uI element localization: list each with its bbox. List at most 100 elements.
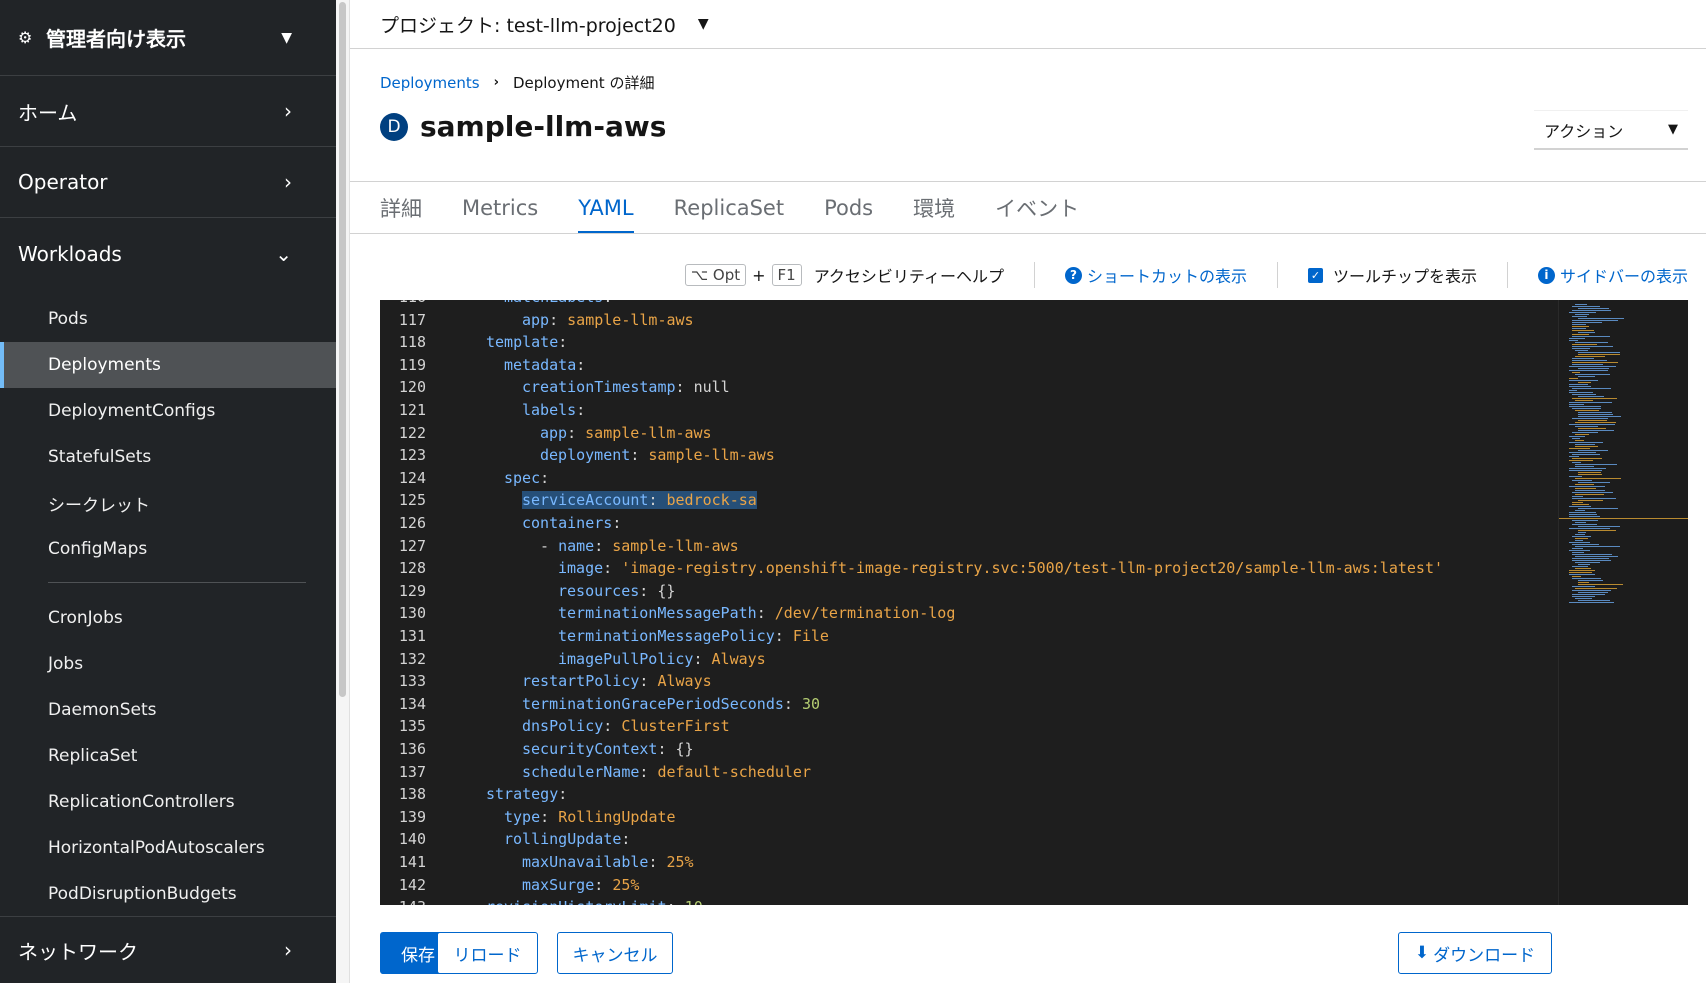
code-token: : (549, 310, 568, 329)
minimap-line (1575, 350, 1588, 351)
show-sidebar-link[interactable]: i サイドバーの表示 (1537, 263, 1688, 287)
code-token: terminationGracePeriodSeconds (522, 694, 784, 713)
scrollbar-thumb[interactable] (339, 2, 346, 697)
minimap-line (1572, 578, 1601, 579)
tab-details[interactable]: 詳細 (380, 182, 422, 234)
show-sidebar-label: サイドバーの表示 (1559, 267, 1688, 286)
minimap-line (1572, 462, 1581, 463)
sidebar-item-hpa[interactable]: HorizontalPodAutoscalers (0, 825, 336, 871)
code-line: app: sample-llm-aws (522, 309, 694, 332)
nav-section-workloads[interactable]: Workloads ⌄ (0, 218, 336, 289)
minimap-line (1569, 402, 1612, 403)
minimap-line (1575, 556, 1618, 557)
minimap-line (1569, 386, 1591, 387)
code-token: type (504, 807, 541, 826)
code-token: dnsPolicy (522, 717, 604, 736)
project-selector[interactable]: プロジェクト: test-llm-project20 ▼ (350, 0, 1706, 49)
tab-yaml[interactable]: YAML (578, 182, 635, 234)
sidebar-item-pods[interactable]: Pods (0, 296, 336, 342)
sidebar-item-deployments[interactable]: Deployments (0, 342, 336, 388)
minimap-line (1575, 446, 1598, 447)
minimap-line (1575, 342, 1608, 343)
minimap-line (1575, 314, 1589, 315)
minimap-line (1572, 480, 1592, 481)
sidebar-item-secrets[interactable]: シークレット (0, 480, 336, 526)
accessibility-help-text: アクセシビリティーヘルプ (813, 267, 1004, 286)
tab-events[interactable]: イベント (995, 182, 1079, 234)
code-token: /dev/termination-log (774, 604, 956, 623)
minimap-line (1569, 384, 1588, 385)
actions-dropdown[interactable]: アクション ▼ (1534, 110, 1688, 150)
question-circle-icon: ? (1064, 266, 1082, 284)
line-number: 126 (398, 514, 426, 532)
minimap-line (1569, 436, 1585, 437)
minimap-line (1569, 370, 1608, 371)
selection-highlight: serviceAccount: bedrock-sa (522, 491, 757, 510)
sidebar-item-daemonsets[interactable]: DaemonSets (0, 687, 336, 733)
breadcrumb-link-deployments[interactable]: Deployments (380, 74, 480, 92)
sidebar-item-deploymentconfigs[interactable]: DeploymentConfigs (0, 388, 336, 434)
reload-button[interactable]: リロード (437, 932, 538, 974)
line-number: 139 (398, 807, 426, 826)
sidebar-item-replicationcontrollers[interactable]: ReplicationControllers (0, 779, 336, 825)
sidebar-item-jobs[interactable]: Jobs (0, 641, 336, 687)
minimap-line (1575, 484, 1594, 485)
code-token: : (648, 491, 667, 510)
minimap-line (1572, 520, 1598, 521)
sidebar-item-replicaset[interactable]: ReplicaSet (0, 733, 336, 779)
tab-environment[interactable]: 環境 (913, 182, 955, 234)
code-token: : (667, 898, 685, 905)
code-token: : (783, 694, 802, 713)
sidebar-item-cronjobs[interactable]: CronJobs (0, 595, 336, 641)
cancel-button[interactable]: キャンセル (557, 932, 673, 974)
nav-section-home[interactable]: ホーム › (0, 76, 336, 147)
line-number: 137 (398, 762, 426, 781)
code-area[interactable]: matchLabels:app: sample-llm-awstemplate:… (458, 300, 1538, 905)
minimap-line (1578, 376, 1595, 377)
line-number: 142 (398, 875, 426, 894)
sidebar-scrollbar[interactable] (336, 0, 350, 983)
minimap-line (1578, 564, 1590, 565)
line-number: 123 (398, 446, 426, 465)
minimap-line (1572, 316, 1587, 317)
tab-metrics[interactable]: Metrics (462, 182, 538, 234)
checkbox-checked-icon[interactable]: ✓ (1307, 267, 1323, 283)
minimap-line (1569, 572, 1592, 573)
minimap-line (1572, 344, 1597, 345)
line-number: 116 (380, 300, 426, 309)
code-line: serviceAccount: bedrock-sa (522, 489, 757, 512)
minimap-line (1572, 372, 1580, 373)
code-token: : (630, 446, 649, 465)
minimap-line (1569, 380, 1598, 381)
sidebar-item-pdb[interactable]: PodDisruptionBudgets (0, 871, 336, 917)
code-line: strategy: (486, 783, 567, 806)
editor-minimap[interactable] (1558, 300, 1688, 905)
nav-section-label: Workloads (18, 241, 122, 266)
minimap-line (1578, 318, 1624, 319)
line-number: 134 (398, 694, 426, 713)
perspective-switcher[interactable]: ⚙ 管理者向け表示 ▼ (0, 0, 336, 76)
yaml-editor[interactable]: 116117 118 119 120 121 122 123 124 125 126 127 128 1… (380, 300, 1688, 905)
page-title-row: D sample-llm-aws (380, 110, 666, 143)
minimap-line (1578, 430, 1614, 431)
code-line: terminationGracePeriodSeconds: 30 (522, 693, 820, 716)
chevron-right-icon: › (284, 170, 292, 194)
code-token: maxUnavailable (522, 853, 649, 871)
code-token: ClusterFirst (621, 717, 730, 736)
tab-pods[interactable]: Pods (824, 182, 873, 234)
sidebar-item-configmaps[interactable]: ConfigMaps (0, 526, 336, 572)
tab-replicaset[interactable]: ReplicaSet (674, 182, 784, 234)
minimap-line (1575, 522, 1586, 523)
minimap-line (1575, 598, 1592, 599)
sidebar-item-statefulsets[interactable]: StatefulSets (0, 434, 336, 480)
minimap-line (1578, 532, 1586, 533)
show-shortcuts-link[interactable]: ? ショートカットの表示 (1064, 263, 1247, 287)
minimap-line (1572, 558, 1609, 559)
tooltips-toggle[interactable]: ✓ ツールチップを表示 (1307, 263, 1477, 287)
download-button[interactable]: ⬇ ダウンロード (1398, 932, 1552, 974)
code-token: : (576, 401, 586, 419)
code-line: maxSurge: 25% (522, 874, 639, 897)
chevron-right-icon: › (493, 75, 499, 90)
nav-section-operator[interactable]: Operator › (0, 147, 336, 218)
nav-section-network[interactable]: ネットワーク › (0, 916, 336, 983)
